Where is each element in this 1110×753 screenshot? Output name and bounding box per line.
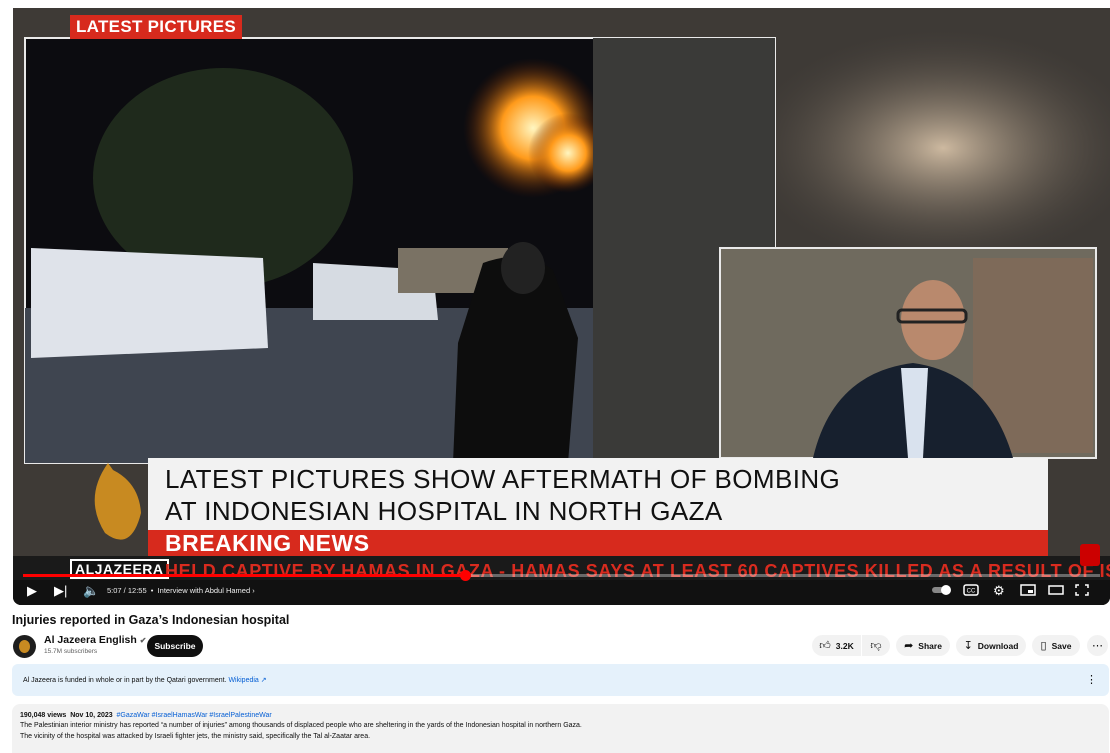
latest-pictures-tag: LATEST PICTURES [70,15,243,39]
video-player[interactable]: LATEST PICTURES LATEST PICTURES SHOW AFT… [13,8,1110,605]
more-actions-button[interactable]: ⋯ [1087,635,1108,656]
share-button[interactable]: ➦ Share [896,635,950,656]
upload-date: Nov 10, 2023 [70,712,113,719]
wikipedia-link[interactable]: Wikipedia [228,677,258,684]
chevron-right-icon[interactable]: › [252,586,255,595]
channel-name-row: Al Jazeera English ✔ [44,634,147,646]
dislike-button[interactable]: 👎︎ [862,635,890,656]
breaking-news-label: BREAKING NEWS [165,530,370,556]
funding-notice: Al Jazeera is funded in whole or in part… [12,664,1109,696]
next-icon[interactable]: ▶| [54,583,67,599]
play-icon[interactable]: ▶ [27,583,37,599]
headline: LATEST PICTURES SHOW AFTERMATH OF BOMBIN… [165,463,840,527]
time-display: 5:07 / 12:55 [107,586,147,595]
subscribe-button[interactable]: Subscribe [147,635,203,657]
save-label: Save [1051,640,1072,651]
channel-avatar[interactable] [13,635,36,658]
like-count: 3.2K [835,640,854,651]
description-meta: 190,048 views Nov 10, 2023 #GazaWar #Isr… [20,712,272,719]
miniplayer-icon[interactable] [1020,584,1036,599]
chapter-title[interactable]: Interview with Abdul Hamed [158,586,251,595]
subscriber-count: 15.7M subscribers [44,648,98,655]
download-label: Download [977,640,1019,651]
external-link-icon: ↗ [260,677,267,684]
verified-icon: ✔ [139,636,147,645]
video-title: Injuries reported in Gaza’s Indonesian h… [12,613,290,627]
more-vertical-icon[interactable]: ⋮ [1086,673,1097,686]
volume-icon[interactable]: 🔈 [83,583,99,599]
settings-icon[interactable]: ⚙ [993,583,1005,599]
subscribe-watermark-icon[interactable] [1080,544,1100,566]
time-and-chapter: 5:07 / 12:55 • Interview with Abdul Hame… [107,586,255,595]
fullscreen-icon[interactable] [1075,584,1089,599]
thumbs-up-icon: 👍︎ [819,640,831,652]
player-controls: ▶ ▶| 🔈 5:07 / 12:55 • Interview with Abd… [13,580,1110,605]
view-count: 190,048 views [20,712,67,719]
autoplay-toggle[interactable] [931,584,953,599]
download-icon: ↧ [963,640,973,652]
progress-fill [23,574,465,577]
svg-text:CC: CC [967,589,976,595]
description-line-1: The Palestinian interior ministry has re… [20,722,582,729]
more-horizontal-icon: ⋯ [1092,640,1103,652]
thumbs-down-icon: 👎︎ [870,640,882,652]
hashtags[interactable]: #GazaWar #IsraelHamasWar #IsraelPalestin… [117,712,272,719]
headline-line-2: AT INDONESIAN HOSPITAL IN NORTH GAZA [165,496,723,526]
progress-bar[interactable] [23,570,1100,581]
share-label: Share [918,640,942,651]
bookmark-icon: ▯ [1040,640,1047,652]
headline-line-1: LATEST PICTURES SHOW AFTERMATH OF BOMBIN… [165,464,841,494]
like-button[interactable]: 👍︎ 3.2K [812,635,861,656]
description-box[interactable]: 190,048 views Nov 10, 2023 #GazaWar #Isr… [12,704,1109,753]
funding-notice-text: Al Jazeera is funded in whole or in part… [23,676,267,684]
news-ticker: HELD CAPTIVE BY HAMAS IN GAZA - HAMAS SA… [165,561,1110,581]
funding-notice-message: Al Jazeera is funded in whole or in part… [23,677,227,684]
description-line-2: The vicinity of the hospital was attacke… [20,733,371,740]
captions-icon[interactable]: CC [963,584,979,599]
download-button[interactable]: ↧ Download [956,635,1026,656]
channel-name[interactable]: Al Jazeera English [44,634,137,646]
share-icon: ➦ [904,640,914,652]
theater-icon[interactable] [1048,584,1064,599]
save-button[interactable]: ▯ Save [1032,635,1080,656]
